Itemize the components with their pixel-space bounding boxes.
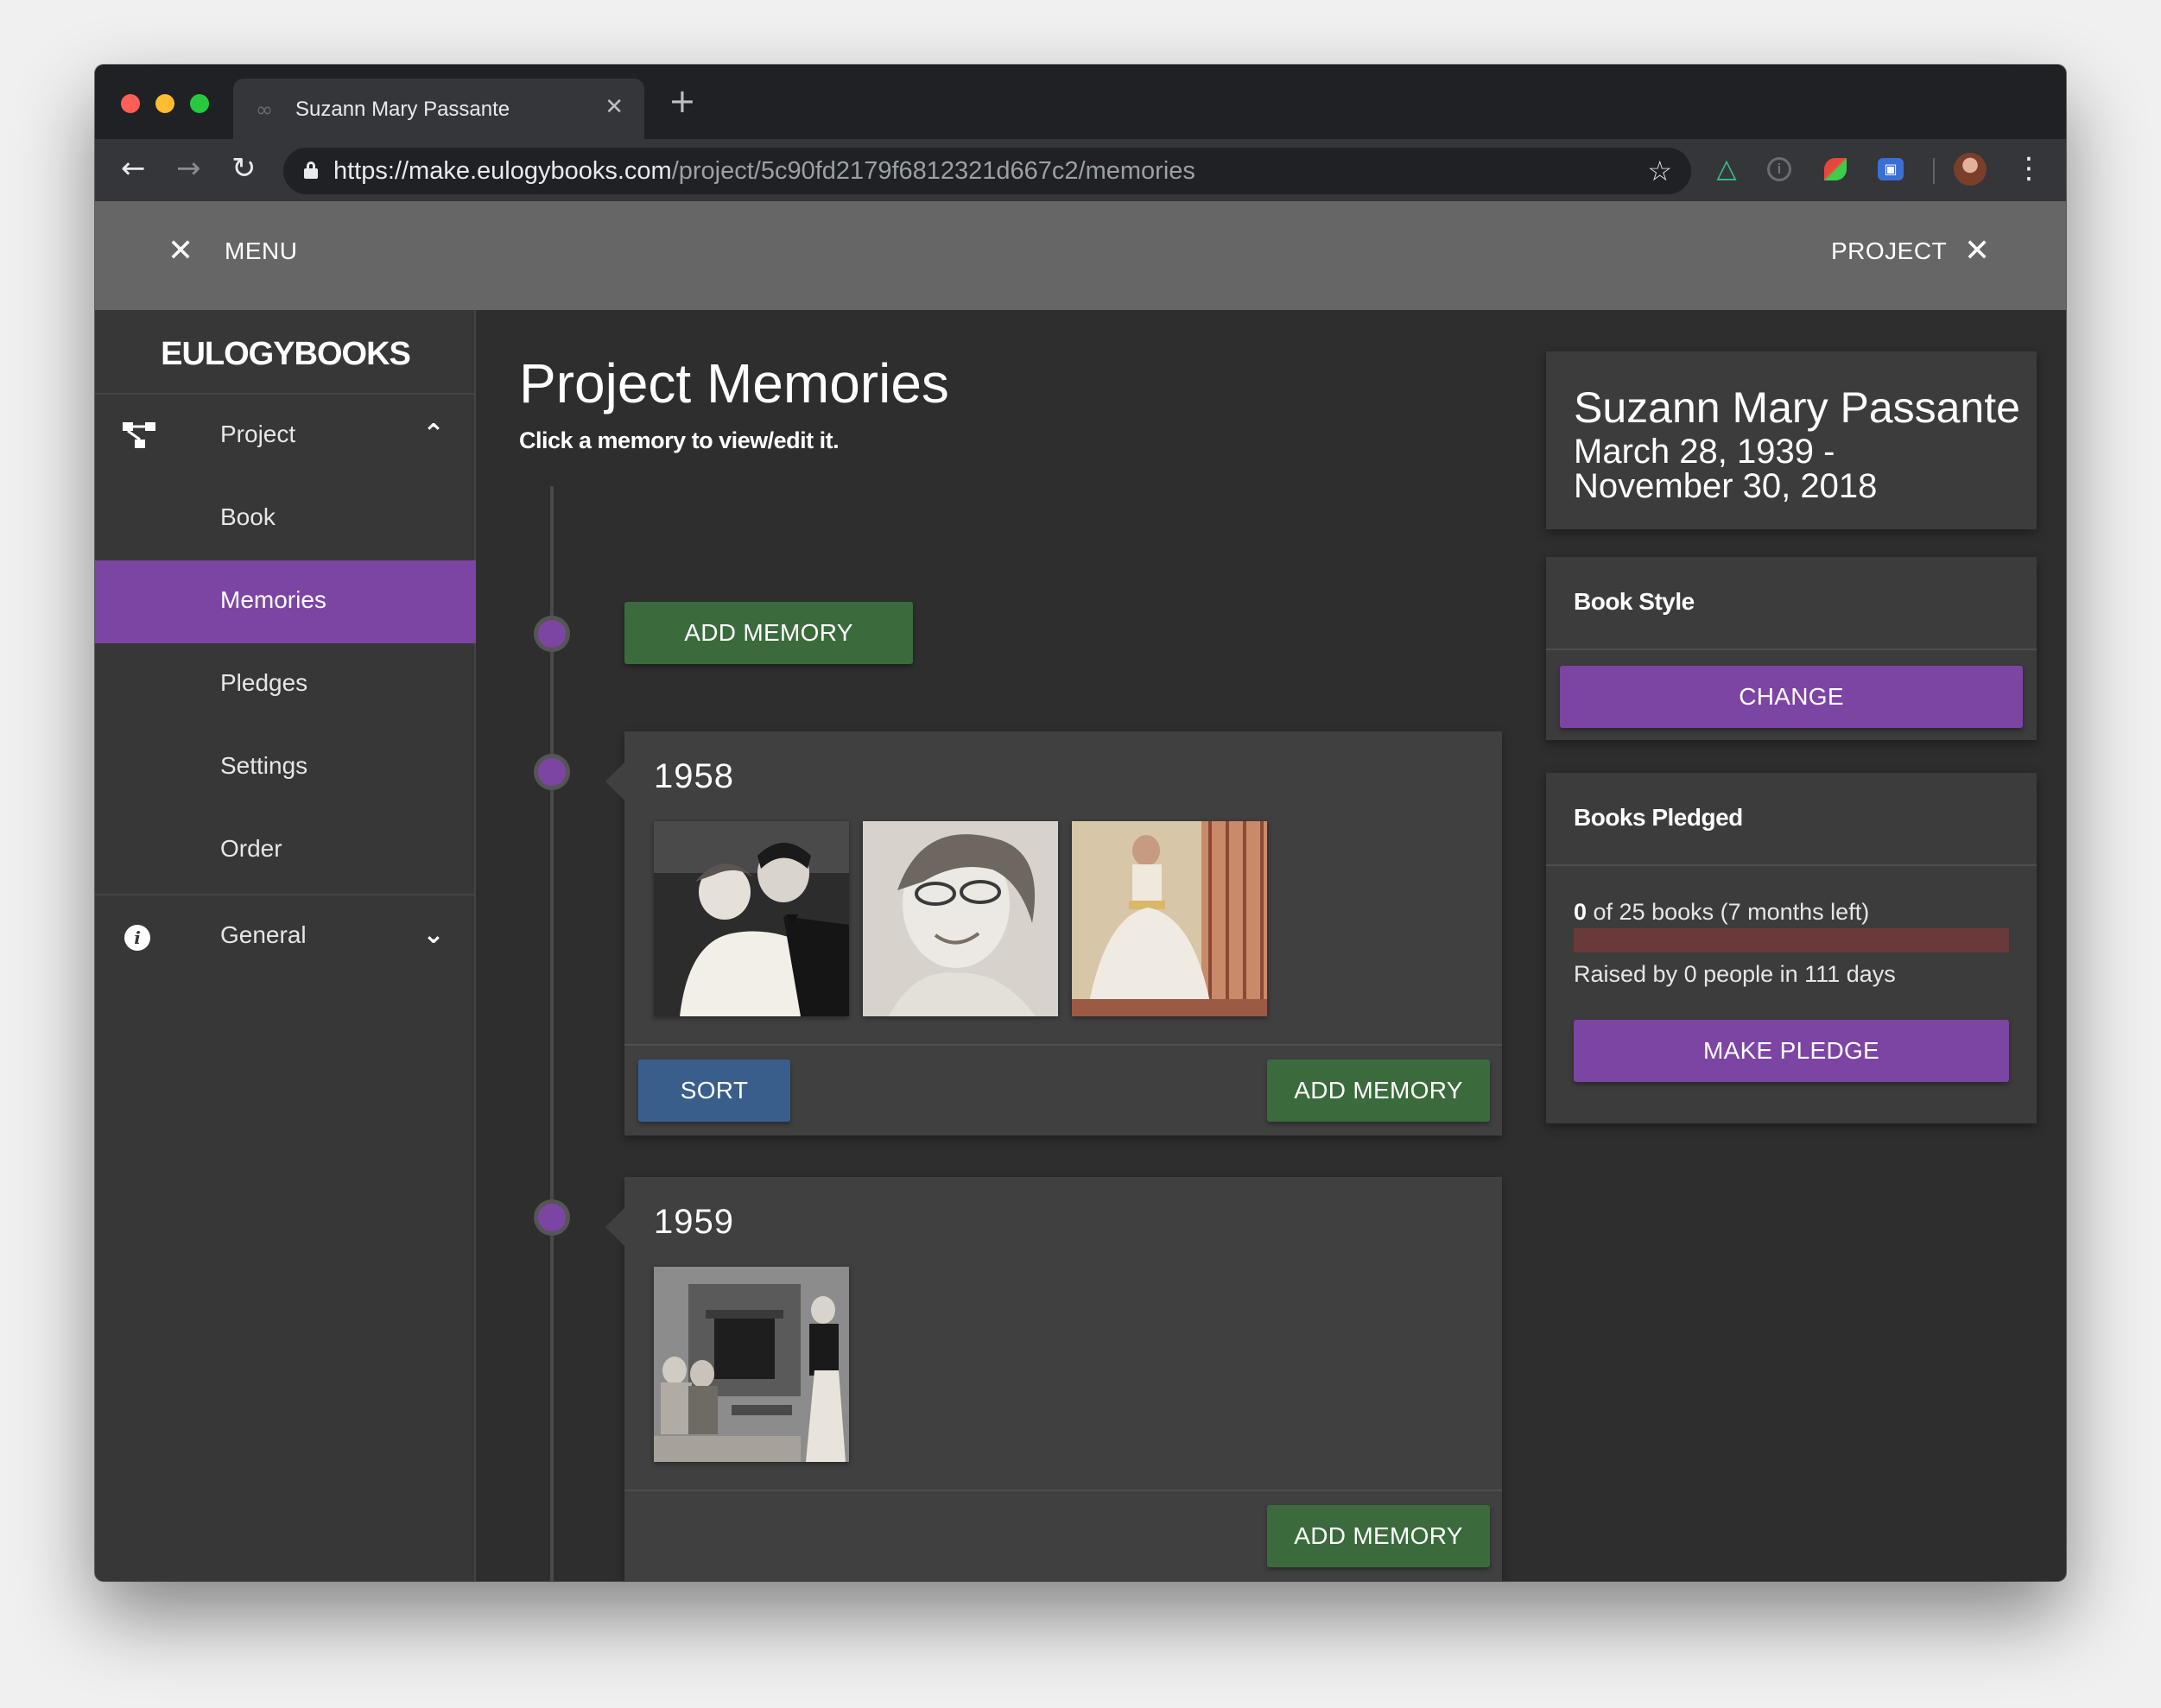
death-date: November 30, 2018 [1574,467,1878,505]
woman-in-ballgown-photo[interactable] [1072,821,1267,1016]
url-path: /project/5c90fd2179f6812321d667c2/memori… [671,157,1195,185]
chevron-down-icon[interactable]: ⌄ [418,920,449,951]
add-memory-button[interactable]: ADD MEMORY [1267,1060,1490,1122]
pledge-progress-bar [1574,928,2009,952]
sidebar-item-memories[interactable]: Memories [95,560,476,643]
book-style-heading: Book Style [1574,588,1695,615]
browser-menu-icon[interactable]: ⋮ [2014,151,2044,186]
profile-card: Suzann Mary Passante March 28, 1939 - No… [1546,351,2037,529]
couple-dancing-photo[interactable] [654,821,849,1016]
sidebar-item-pledges[interactable]: Pledges [95,643,476,726]
bookmark-star-icon[interactable]: ☆ [1647,155,1672,187]
sidebar-item-label: Order [220,835,282,862]
books-pledged-heading: Books Pledged [1574,804,1743,831]
tab-title: Suzann Mary Passante [295,98,510,121]
browser-toolbar: ← → ↻ https://make.eulogybooks.com/proje… [95,139,2066,201]
tab-close-icon[interactable]: ✕ [605,94,624,120]
menu-close-icon[interactable]: ✕ [168,234,193,269]
timeline-dot [534,754,570,790]
color-leaf-extension-icon[interactable] [1821,155,1850,184]
books-pledged-card: Books Pledged 0 of 25 books (7 months le… [1546,773,2037,1123]
sidebar: EULOGYBOOKS Project ⌃ Book Memories Pled… [95,310,476,1581]
timeline-dot [534,1199,570,1236]
sidebar-item-label: Settings [220,752,308,779]
url-host: https://make.eulogybooks.com [333,157,672,185]
profile-avatar[interactable] [1954,153,1987,186]
new-tab-button[interactable]: + [669,82,696,120]
timeline-dot [534,616,570,652]
memory-group-1959: 1959 ADD MEMORY [605,1177,1502,1581]
project-toggle[interactable]: PROJECT [1831,237,1947,265]
sidebar-item-settings[interactable]: Settings [95,726,476,809]
chevron-up-icon[interactable]: ⌃ [418,419,449,450]
menu-toggle[interactable]: MENU [225,237,297,265]
forward-arrow-icon[interactable]: → [176,151,201,186]
sidebar-item-label: Pledges [220,669,308,696]
smiling-woman-portrait-photo[interactable] [863,821,1058,1016]
birth-date: March 28, 1939 - [1574,433,1835,471]
sidebar-item-label: Memories [220,586,326,613]
toolbar-divider [1933,158,1935,184]
sitemap-icon [123,422,155,448]
add-memory-button[interactable]: ADD MEMORY [624,602,913,664]
living-room-group-photo[interactable] [654,1267,849,1462]
divider [624,1490,1502,1491]
pledge-goal-text: of 25 books (7 months left) [1587,899,1870,925]
book-style-card: Book Style CHANGE [1546,557,2037,740]
life-dates: March 28, 1939 - November 30, 2018 [1574,434,1877,503]
info-extension-icon[interactable]: i [1767,157,1791,181]
memory-year: 1958 [654,757,734,795]
sidebar-item-label: General [220,921,307,948]
deceased-name: Suzann Mary Passante [1574,383,2020,432]
minimize-window-button[interactable] [155,94,174,113]
sidebar-item-book[interactable]: Book [95,478,476,560]
tab-strip: ∞ Suzann Mary Passante ✕ + [95,65,2066,139]
reload-icon[interactable]: ↻ [231,151,257,186]
url-text[interactable]: https://make.eulogybooks.com/project/5c9… [333,157,1195,186]
memories-main: Project Memories Click a memory to view/… [476,310,1543,1581]
sort-button[interactable]: SORT [638,1060,790,1122]
page-title: Project Memories [519,352,949,414]
browser-tab[interactable]: ∞ Suzann Mary Passante ✕ [233,79,644,139]
sidebar-item-project[interactable]: Project ⌃ [95,395,476,478]
raised-text: Raised by 0 people in 111 days [1574,961,1896,987]
close-window-button[interactable] [121,94,140,113]
vue-devtools-extension-icon[interactable]: △ [1712,155,1741,184]
sidebar-item-label: Book [220,503,276,530]
lock-icon [304,161,318,179]
memory-group-1958: 1958 SORT ADD MEMORY [605,731,1502,1136]
back-arrow-icon[interactable]: ← [121,151,146,186]
page-subtitle: Click a memory to view/edit it. [519,427,840,453]
divider [1546,648,2037,650]
change-style-button[interactable]: CHANGE [1560,666,2023,728]
divider [1546,864,2037,866]
info-icon: i [124,925,150,951]
pledge-count-text: 0 of 25 books (7 months left) [1574,899,1869,926]
window-resizer-extension-icon[interactable]: ▣ [1878,158,1904,180]
sidebar-item-general[interactable]: i General ⌄ [95,895,476,978]
tab-favicon-icon: ∞ [256,98,273,122]
browser-window: ∞ Suzann Mary Passante ✕ + ← → ↻ https:/… [95,65,2066,1581]
pledged-count: 0 [1574,899,1587,925]
make-pledge-button[interactable]: MAKE PLEDGE [1574,1020,2009,1082]
add-memory-button[interactable]: ADD MEMORY [1267,1505,1490,1567]
maximize-window-button[interactable] [190,94,209,113]
address-bar[interactable]: https://make.eulogybooks.com/project/5c9… [283,148,1691,194]
memory-year: 1959 [654,1203,734,1241]
app-header: ✕ MENU PROJECT ✕ [95,201,2066,310]
eulogybooks-logo[interactable]: EULOGYBOOKS [95,336,476,373]
sidebar-item-label: Project [220,421,296,447]
sidebar-item-order[interactable]: Order [95,809,476,892]
project-close-icon[interactable]: ✕ [1964,234,1990,269]
divider [624,1044,1502,1046]
